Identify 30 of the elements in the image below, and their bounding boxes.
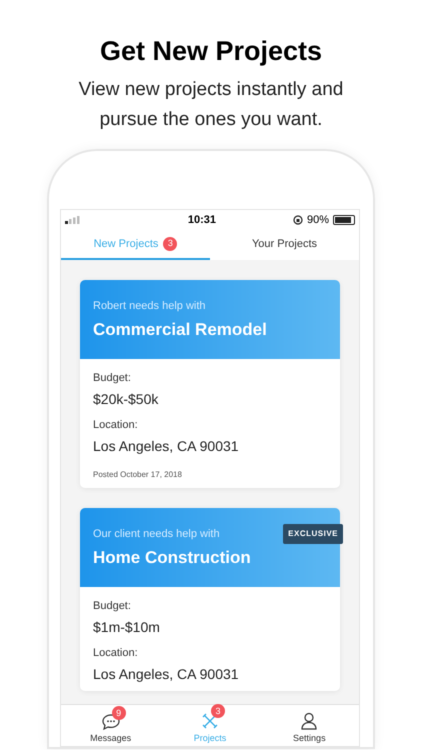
card-intro: Robert needs help with bbox=[93, 299, 206, 313]
count-badge: 3 bbox=[163, 237, 178, 251]
status-time: 10:31 bbox=[188, 212, 216, 228]
project-card[interactable]: Our client needs help with Home Construction EXCLUSIVE Budget: $1m-$10m Location: Los Angeles, CA 90031 bbox=[80, 508, 340, 691]
subtitle: View new projects instantly and pursue the ones you want. bbox=[78, 78, 344, 132]
posted-date: Posted October 17, 2018 bbox=[93, 470, 182, 480]
project-card[interactable]: Robert needs help with Commercial Remodel Budget: $20k-$50k Location: Los Angeles, CA 90031 Posted October 17, 2018 bbox=[80, 280, 340, 488]
count-badge: 9 bbox=[112, 706, 126, 720]
field-label: Location: bbox=[93, 418, 138, 432]
person-icon bbox=[301, 712, 318, 730]
battery-percent: 90% bbox=[306, 212, 329, 228]
count-badge: 3 bbox=[210, 704, 225, 718]
field-label: Location: bbox=[93, 646, 138, 660]
battery-icon bbox=[332, 215, 355, 225]
nav-item[interactable]: 9 Messages bbox=[61, 705, 160, 746]
rotation-lock-icon bbox=[292, 215, 303, 225]
nav-item[interactable]: Settings bbox=[260, 705, 359, 746]
field-value: Los Angeles, CA 90031 bbox=[93, 665, 239, 683]
tab[interactable]: Your Projects bbox=[252, 236, 318, 252]
signal-icon bbox=[65, 216, 81, 224]
card-intro: Our client needs help with bbox=[93, 527, 220, 541]
headline: Get New Projects bbox=[100, 35, 322, 68]
field-value: $1m-$10m bbox=[93, 618, 160, 636]
card-title: Commercial Remodel bbox=[93, 319, 267, 341]
field-value: Los Angeles, CA 90031 bbox=[93, 437, 239, 455]
exclusive-tag: EXCLUSIVE bbox=[283, 524, 343, 544]
field-label: Budget: bbox=[93, 599, 131, 613]
field-label: Budget: bbox=[93, 371, 131, 385]
field-value: $20k-$50k bbox=[93, 390, 158, 408]
card-title: Home Construction bbox=[93, 547, 251, 569]
